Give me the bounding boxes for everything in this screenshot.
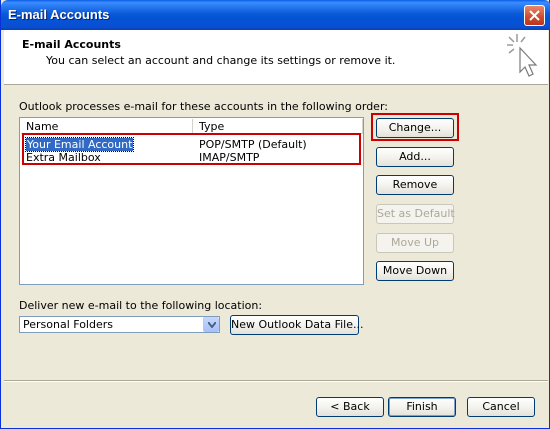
add-button[interactable]: Add... <box>376 147 454 167</box>
remove-button[interactable]: Remove <box>376 175 454 195</box>
move-up-button[interactable]: Move Up <box>376 233 454 253</box>
accounts-list-label: Outlook processes e-mail for these accou… <box>19 100 388 113</box>
delivery-location-select[interactable]: Personal Folders <box>19 316 220 333</box>
change-button[interactable]: Change... <box>376 118 454 138</box>
finish-button[interactable]: Finish <box>388 397 456 417</box>
account-name-cell[interactable]: Your Email Account <box>24 137 135 152</box>
account-type-cell[interactable]: POP/SMTP (Default) <box>199 138 307 151</box>
wizard-cursor-icon <box>507 34 538 77</box>
header-subtitle: You can select an account and change its… <box>46 54 396 67</box>
back-button[interactable]: < Back <box>316 397 384 417</box>
cancel-button[interactable]: Cancel <box>467 397 535 417</box>
chevron-down-icon <box>208 322 216 328</box>
email-accounts-dialog: E-mail Accounts E-mail Accounts You can … <box>0 0 550 429</box>
set-as-default-button[interactable]: Set as Default <box>376 204 455 224</box>
header-panel: E-mail Accounts You can select an accoun… <box>4 30 548 85</box>
close-button[interactable] <box>524 5 545 26</box>
footer-divider <box>4 380 548 382</box>
column-header-type[interactable]: Type <box>194 119 363 134</box>
move-down-button[interactable]: Move Down <box>376 261 454 281</box>
account-name-cell[interactable]: Extra Mailbox <box>26 151 101 164</box>
delivery-location-label: Deliver new e-mail to the following loca… <box>19 299 263 312</box>
account-type-cell[interactable]: IMAP/SMTP <box>199 151 259 164</box>
dropdown-button[interactable] <box>203 317 219 332</box>
column-header-name[interactable]: Name <box>21 119 193 134</box>
new-data-file-button[interactable]: New Outlook Data File... <box>230 315 363 335</box>
close-icon <box>529 10 540 21</box>
delivery-location-value: Personal Folders <box>23 318 113 331</box>
header-title: E-mail Accounts <box>22 38 121 51</box>
accounts-list[interactable]: Name Type Your Email Account POP/SMTP (D… <box>19 117 364 285</box>
title-bar[interactable]: E-mail Accounts <box>1 0 550 30</box>
window-title: E-mail Accounts <box>8 7 110 22</box>
